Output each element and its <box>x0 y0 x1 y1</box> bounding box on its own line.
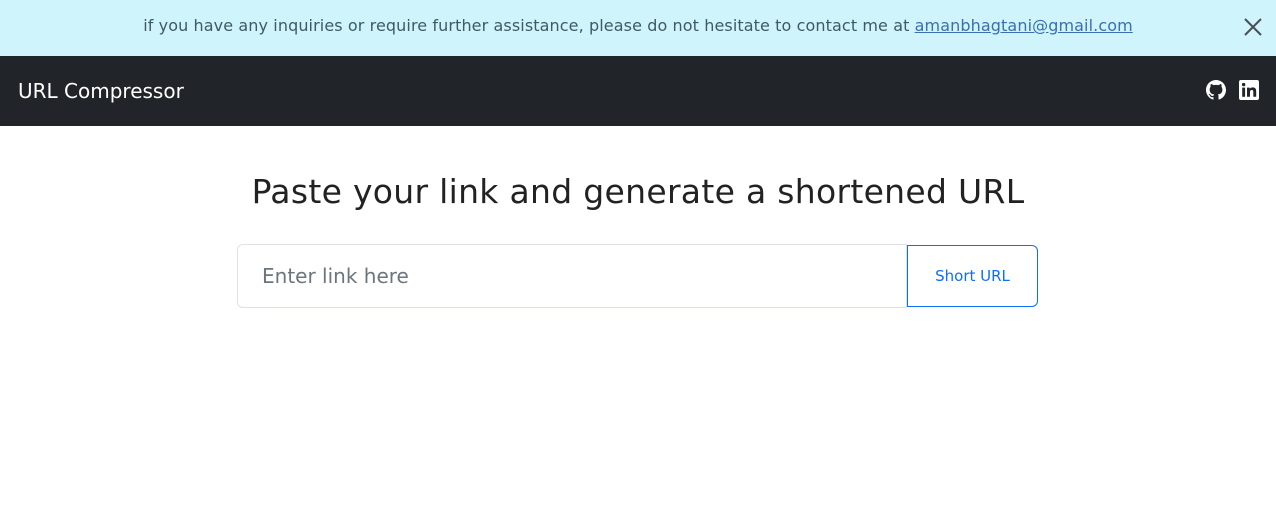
brand-title[interactable]: URL Compressor <box>18 79 184 103</box>
contact-email-link[interactable]: amanbhagtani@gmail.com <box>915 16 1133 35</box>
close-icon[interactable] <box>1243 17 1263 37</box>
github-icon[interactable] <box>1206 80 1226 100</box>
alert-message-text: if you have any inquiries or require fur… <box>143 16 915 35</box>
navbar: URL Compressor <box>0 56 1276 126</box>
info-alert: if you have any inquiries or require fur… <box>0 0 1276 56</box>
alert-message: if you have any inquiries or require fur… <box>0 16 1276 36</box>
short-url-button[interactable]: Short URL <box>907 245 1038 307</box>
linkedin-icon[interactable] <box>1239 80 1259 100</box>
link-input[interactable] <box>237 244 907 308</box>
page-heading: Paste your link and generate a shortened… <box>251 172 1025 211</box>
